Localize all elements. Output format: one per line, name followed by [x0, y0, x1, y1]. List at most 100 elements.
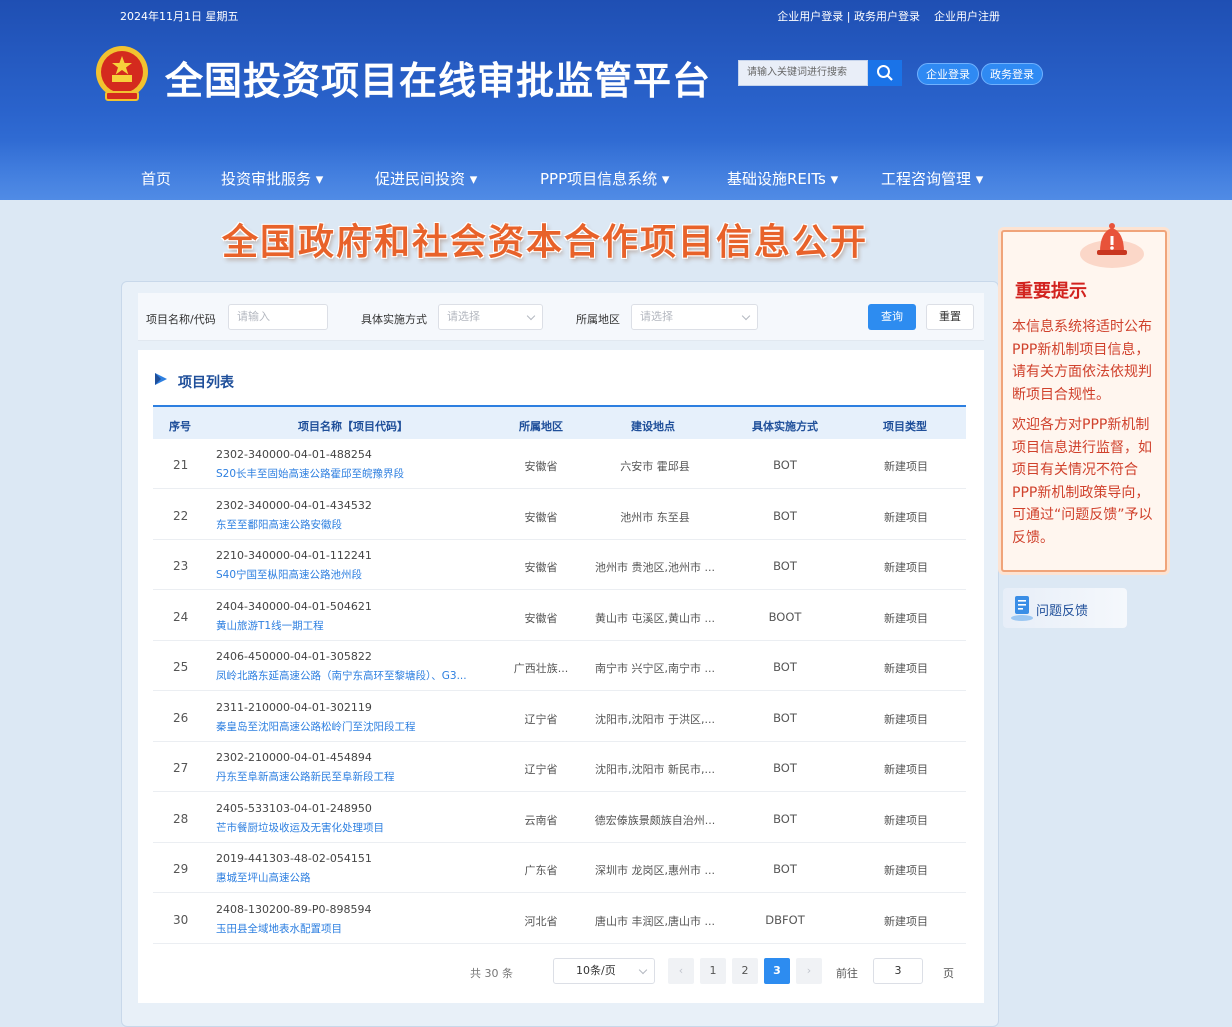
- row-site: 黄山市 屯溪区,黄山市 ...: [595, 611, 715, 625]
- row-name-link[interactable]: 玉田县全域地表水配置项目: [216, 921, 342, 936]
- table-row[interactable]: 29 2019-441303-48-02-054151 惠城至坪山高速公路 广东…: [153, 843, 966, 893]
- row-site: 沈阳市,沈阳市 新民市,...: [595, 763, 715, 776]
- page-button-2[interactable]: 2: [732, 958, 758, 984]
- nav-private-investment[interactable]: 促进民间投资 ▾: [375, 168, 477, 189]
- feedback-label: 问题反馈: [1036, 604, 1089, 619]
- row-seq: 23: [173, 559, 189, 573]
- banner-title: 全国政府和社会资本合作项目信息公开: [222, 221, 869, 263]
- row-mode: BOT: [773, 508, 797, 523]
- table-header: 序号 项目名称【项目代码】 所属地区 建设地点 具体实施方式 项目类型: [153, 405, 966, 439]
- row-code: 2404-340000-04-01-504621: [216, 599, 372, 613]
- user-login-link[interactable]: 企业用户登录 | 政务用户登录: [777, 8, 920, 24]
- row-site: 池州市 东至县: [620, 510, 690, 524]
- row-type: 新建项目: [884, 561, 928, 574]
- table-row[interactable]: 23 2210-340000-04-01-112241 S40宁国至枞阳高速公路…: [153, 540, 966, 590]
- reset-button[interactable]: 重置: [926, 304, 974, 330]
- table-row[interactable]: 22 2302-340000-04-01-434532 东至至鄱阳高速公路安徽段…: [153, 490, 966, 540]
- bell-icon: [1080, 223, 1144, 268]
- row-seq: 22: [173, 508, 189, 523]
- mode-filter-label: 具体实施方式: [361, 313, 427, 326]
- current-date: 2024年11月1日 星期五: [120, 10, 239, 23]
- col-area: 所属地区: [519, 420, 563, 433]
- row-area: 安徽省: [524, 611, 558, 625]
- name-filter-label: 项目名称/代码: [146, 313, 216, 326]
- row-name-link[interactable]: S20长丰至固始高速公路霍邱至皖豫界段: [216, 466, 404, 481]
- row-seq: 21: [173, 458, 189, 472]
- nav-approval-service[interactable]: 投资审批服务 ▾: [221, 168, 323, 189]
- row-name-link[interactable]: S40宁国至枞阳高速公路池州段: [216, 567, 362, 582]
- search-button[interactable]: [868, 60, 902, 86]
- query-button[interactable]: 查询: [868, 304, 916, 330]
- page-button-3[interactable]: 3: [764, 958, 790, 984]
- enterprise-login-button[interactable]: 企业登录: [917, 63, 979, 85]
- row-area: 云南省: [524, 813, 558, 827]
- row-type: 新建项目: [884, 611, 928, 625]
- row-site: 唐山市 丰润区,唐山市 ...: [595, 914, 715, 928]
- row-code: 2302-340000-04-01-434532: [216, 498, 372, 512]
- row-type: 新建项目: [884, 763, 928, 776]
- page-size-select[interactable]: 10条/页: [553, 958, 655, 984]
- nav-reits[interactable]: 基础设施REITs ▾: [727, 168, 838, 189]
- mode-filter-select[interactable]: 请选择: [438, 304, 543, 330]
- row-mode: BOOT: [768, 609, 802, 624]
- next-page-button[interactable]: ›: [796, 958, 822, 984]
- nav-consulting[interactable]: 工程咨询管理 ▾: [881, 168, 983, 189]
- table-row[interactable]: 24 2404-340000-04-01-504621 黄山旅游T1线一期工程 …: [153, 591, 966, 641]
- row-area: 安徽省: [524, 561, 558, 574]
- flag-icon: [155, 373, 167, 385]
- table-row[interactable]: 30 2408-130200-89-P0-898594 玉田县全域地表水配置项目…: [153, 894, 966, 944]
- table-row[interactable]: 28 2405-533103-04-01-248950 芒市餐厨垃圾收运及无害化…: [153, 793, 966, 843]
- table-row[interactable]: 21 2302-340000-04-01-488254 S20长丰至固始高速公路…: [153, 439, 966, 489]
- row-code: 2406-450000-04-01-305822: [216, 650, 372, 663]
- search-input[interactable]: 请输入关键词进行搜索: [738, 60, 868, 86]
- notice-paragraph-2: 欢迎各方对PPP新机制项目信息进行监督，如项目有关情况不符合PPP新机制政策导向…: [1012, 417, 1153, 546]
- row-area: 安徽省: [524, 460, 558, 473]
- row-name-link[interactable]: 芒市餐厨垃圾收运及无害化处理项目: [216, 820, 384, 835]
- notice-paragraph-1: 本信息系统将适时公布PPP新机制项目信息，请有关方面依法依规判断项目合规性。: [1012, 319, 1152, 403]
- row-area: 广西壮族...: [513, 662, 569, 675]
- row-type: 新建项目: [884, 662, 928, 675]
- nav-ppp-system[interactable]: PPP项目信息系统 ▾: [540, 168, 669, 189]
- pager-total: 共 30 条: [470, 967, 513, 980]
- row-code: 2302-340000-04-01-488254: [216, 448, 372, 461]
- area-filter-select[interactable]: 请选择: [631, 304, 758, 330]
- feedback-button[interactable]: 问题反馈: [1003, 588, 1127, 628]
- table-row[interactable]: 25 2406-450000-04-01-305822 凤岭北路东延高速公路（南…: [153, 641, 966, 691]
- row-seq: 24: [173, 609, 189, 624]
- row-mode: BOT: [773, 458, 797, 472]
- row-name-link[interactable]: 凤岭北路东延高速公路（南宁东高环至黎塘段）、G3...: [216, 668, 467, 683]
- name-filter-input[interactable]: 请输入: [228, 304, 328, 330]
- enterprise-register-link[interactable]: 企业用户注册: [934, 8, 1000, 24]
- row-name-link[interactable]: 丹东至阜新高速公路新民至阜新段工程: [216, 769, 395, 784]
- main-nav: 首页 投资审批服务 ▾ 促进民间投资 ▾ PPP项目信息系统 ▾ 基础设施REI…: [0, 168, 1232, 194]
- search-icon: [877, 65, 893, 81]
- row-name-link[interactable]: 黄山旅游T1线一期工程: [216, 618, 324, 633]
- row-mode: BOT: [773, 559, 797, 573]
- row-mode: DBFOT: [765, 912, 805, 927]
- table-row[interactable]: 26 2311-210000-04-01-302119 秦皇岛至沈阳高速公路松岭…: [153, 692, 966, 742]
- row-name-link[interactable]: 惠城至坪山高速公路: [216, 870, 311, 885]
- table-row[interactable]: 27 2302-210000-04-01-454894 丹东至阜新高速公路新民至…: [153, 742, 966, 792]
- col-site: 建设地点: [631, 420, 675, 433]
- row-name-link[interactable]: 秦皇岛至沈阳高速公路松岭门至沈阳段工程: [216, 719, 416, 734]
- page-button-1[interactable]: 1: [700, 958, 726, 984]
- gov-login-button[interactable]: 政务登录: [981, 63, 1043, 85]
- row-name-link[interactable]: 东至至鄱阳高速公路安徽段: [216, 517, 342, 532]
- prev-page-button[interactable]: ‹: [668, 958, 694, 984]
- row-seq: 26: [173, 710, 189, 725]
- row-code: 2405-533103-04-01-248950: [216, 801, 372, 815]
- row-site: 六安市 霍邱县: [620, 460, 690, 473]
- row-type: 新建项目: [884, 864, 928, 877]
- row-type: 新建项目: [884, 510, 928, 524]
- row-site: 深圳市 龙岗区,惠州市 ...: [595, 864, 715, 877]
- row-code: 2311-210000-04-01-302119: [216, 700, 372, 714]
- row-code: 2302-210000-04-01-454894: [216, 751, 372, 764]
- nav-home[interactable]: 首页: [141, 168, 171, 189]
- site-title: 全国投资项目在线审批监管平台: [165, 59, 712, 103]
- row-area: 辽宁省: [524, 763, 558, 776]
- site-header: 2024年11月1日 星期五 企业用户登录 | 政务用户登录 企业用户注册 全国…: [0, 0, 1232, 200]
- chevron-down-icon: [526, 311, 536, 321]
- row-seq: 25: [173, 660, 189, 674]
- row-code: 2408-130200-89-P0-898594: [216, 902, 372, 916]
- goto-page-input[interactable]: 3: [873, 958, 923, 984]
